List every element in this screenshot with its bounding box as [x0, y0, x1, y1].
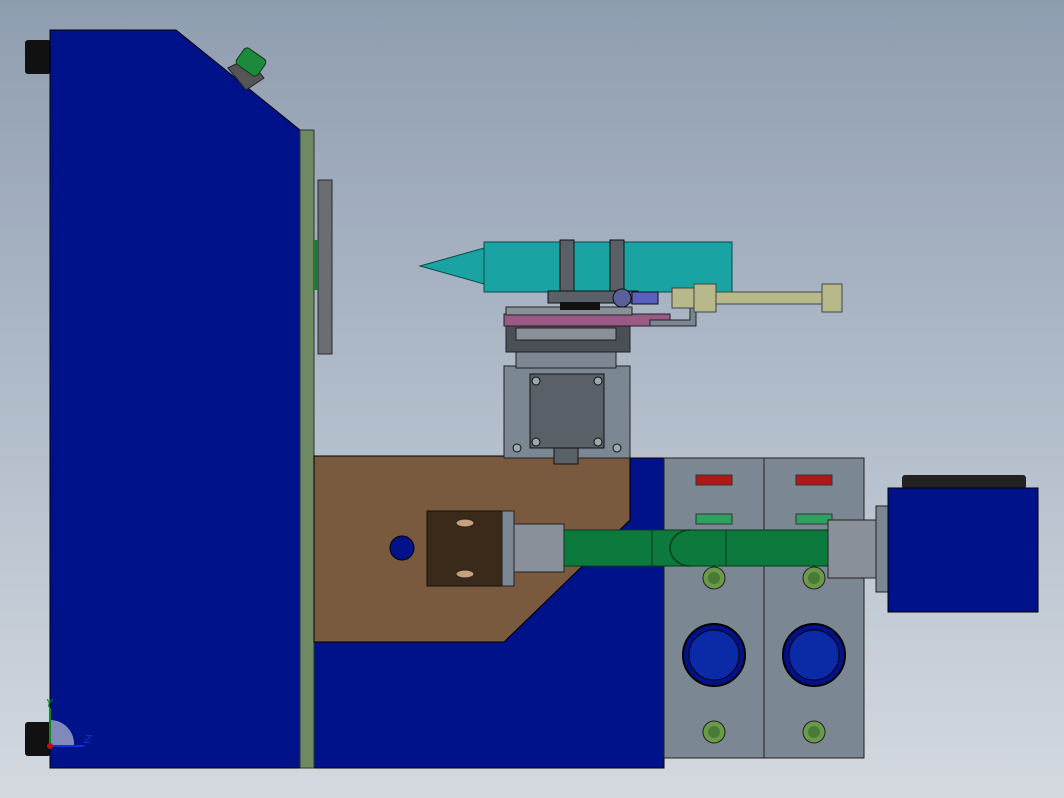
assembly-drawing[interactable]: Y Z: [0, 0, 1064, 798]
stepper-motor-assembly[interactable]: [503, 325, 631, 465]
valve-block-right[interactable]: [763, 457, 865, 759]
green-strip: [314, 240, 318, 290]
heater-box[interactable]: [887, 475, 1039, 613]
valve-block-left[interactable]: [663, 457, 765, 759]
indicator-green-left: [695, 513, 733, 525]
axis-z-label: Z: [83, 733, 92, 746]
slide-plate[interactable]: [503, 313, 671, 327]
vertical-mount-plate[interactable]: [299, 129, 315, 769]
cabinet-body[interactable]: [49, 29, 301, 769]
bottom-foot: [25, 722, 51, 756]
indicator-red-right: [795, 474, 833, 486]
top-foot: [25, 40, 51, 74]
cad-graphics-area[interactable]: Y Z: [0, 0, 1064, 798]
indicator-green-right: [795, 513, 833, 525]
side-bracket: [317, 179, 333, 355]
plate-hole: [389, 535, 415, 561]
indicator-red-left: [695, 474, 733, 486]
nozzle-block[interactable]: [426, 510, 515, 587]
